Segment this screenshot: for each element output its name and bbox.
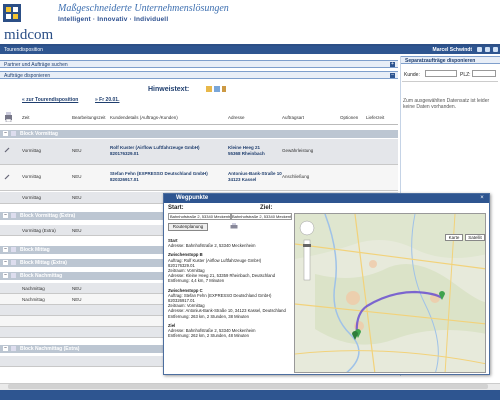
start-input[interactable]: Bahnhofstraße 2, 53340 Meckenheim	[168, 213, 232, 220]
collapse-icon[interactable]: –	[3, 247, 8, 252]
row-status: NEU	[72, 195, 82, 200]
row-status: NEU	[72, 174, 82, 179]
kunde-input[interactable]	[425, 70, 457, 77]
section-partner[interactable]: Partner und Aufträge suchen +	[0, 60, 398, 68]
group-label: Block Nachmittag	[20, 273, 63, 279]
row-customer[interactable]: Stefan Fehn (EXPRESSO Deutschland GmbH) 8…	[110, 171, 208, 182]
footer-bar	[0, 390, 500, 400]
row-time: Nachmittag	[22, 297, 45, 302]
group-label: Block Vormittag	[20, 131, 58, 137]
row-status: NEU	[72, 148, 82, 153]
group-label: Block Vormittag (Extra)	[20, 213, 76, 219]
subline: Intelligent · Innovativ · Individuell	[58, 16, 169, 23]
ziel-input[interactable]: Bahnhofstraße 2, 53340 Meckenheim	[230, 213, 292, 220]
expand-icon[interactable]: +	[390, 62, 395, 67]
right-panel-title: Separatzaufträge disponieren	[405, 58, 476, 64]
collapse-icon[interactable]: –	[3, 273, 8, 278]
ziel-label: Ziel:	[260, 205, 273, 211]
nav-bar: Tourendisposition Marcel Schwindt	[0, 46, 500, 54]
direction-step: Ziel Adresse: Bahnhofstraße 2, 53340 Mec…	[168, 322, 256, 339]
group-icon	[11, 131, 16, 136]
col-header[interactable]: Optionen	[340, 115, 358, 120]
row-status: NEU	[72, 297, 82, 302]
row-time: Vormittag	[22, 174, 42, 179]
table-row[interactable]: Vormittag NEU Rolf Kuster (Airflow Luftf…	[0, 139, 398, 165]
right-panel-note: Zum ausgewählten Datensatz ist leider ke…	[403, 98, 490, 110]
row-type: Anschließung	[282, 174, 310, 179]
col-header[interactable]: Lieferzeit	[366, 115, 384, 120]
table-row[interactable]: Vormittag NEU Stefan Fehn (EXPRESSO Deut…	[0, 165, 398, 191]
row-address: Kleine Heeg 21 55368 Rheinbach	[228, 145, 265, 156]
notes-icon[interactable]	[205, 85, 227, 93]
group-label: Block Nachmittag (Extra)	[20, 346, 80, 352]
group-icon	[11, 247, 16, 252]
row-status: NEU	[72, 286, 82, 291]
link-next-day[interactable]: » Fr 20.01.	[95, 97, 119, 103]
route-map[interactable]: Karte Satellit	[294, 213, 486, 373]
logout-icon[interactable]	[493, 47, 498, 52]
start-label: Start:	[168, 205, 184, 211]
scrollbar-thumb[interactable]	[8, 384, 488, 389]
row-address: Antonius-Bank-Straße 10 34123 Kassel	[228, 171, 282, 182]
col-header[interactable]: Kundendetails (Auftrags-/Kunden)	[110, 115, 178, 120]
group-icon	[11, 346, 16, 351]
group-label: Block Mittag (Extra)	[20, 260, 67, 266]
tagline: Maßgeschneiderte Unternehmenslösungen	[58, 3, 229, 14]
section-partner-label: Partner und Aufträge suchen	[4, 62, 68, 68]
plz-label: PLZ:	[460, 72, 471, 78]
divider	[402, 81, 498, 82]
row-time: Vormittag	[22, 195, 42, 200]
group-icon	[11, 273, 16, 278]
section-dispose-label: Aufträge disponieren	[4, 73, 51, 79]
collapse-icon[interactable]: –	[3, 131, 8, 136]
direction-step: Zwischenstopp C Auftrag: Stefan Fehn (EX…	[168, 287, 286, 319]
logo-mark-icon	[3, 4, 21, 22]
waypoints-dialog: Wegpunkte × Start: Ziel: Bahnhofstraße 2…	[163, 193, 490, 375]
right-panel-header: Separatzaufträge disponieren	[401, 56, 500, 64]
print-icon[interactable]	[230, 223, 238, 230]
plz-input[interactable]	[472, 70, 496, 77]
row-time: Vormittag (Extra)	[22, 228, 56, 233]
dialog-title[interactable]: Wegpunkte	[164, 194, 489, 203]
map-type-satellit[interactable]: Satellit	[465, 234, 485, 241]
collapse-icon[interactable]: –	[3, 346, 8, 351]
section-dispose[interactable]: Aufträge disponieren –	[0, 71, 398, 79]
print-icon[interactable]	[4, 112, 13, 122]
help-icon[interactable]	[477, 47, 482, 52]
group-label: Block Mittag	[20, 247, 50, 253]
directions-list: Start Adresse: Bahnhofstraße 2, 53340 Me…	[168, 238, 288, 342]
group-header[interactable]: – Block Vormittag	[0, 130, 398, 138]
direction-step: Start Adresse: Bahnhofstraße 2, 53340 Me…	[168, 238, 256, 249]
settings-icon[interactable]	[485, 47, 490, 52]
row-status: NEU	[72, 228, 82, 233]
collapse-icon[interactable]: –	[3, 260, 8, 265]
app-header: Maßgeschneiderte Unternehmenslösungen In…	[0, 0, 500, 46]
collapse-icon[interactable]: –	[3, 213, 8, 218]
col-header[interactable]: Zeit	[22, 115, 30, 120]
table-header	[0, 109, 398, 125]
logo-text[interactable]: midcom	[4, 27, 53, 44]
group-icon	[11, 260, 16, 265]
row-type: Gewährleistung	[282, 148, 314, 153]
nav-section-label[interactable]: Tourendisposition	[4, 47, 43, 53]
map-type-karte[interactable]: Karte	[445, 234, 463, 241]
col-header[interactable]: Adresse	[228, 115, 245, 120]
collapse-icon[interactable]: –	[390, 73, 395, 78]
edit-icon[interactable]	[4, 174, 10, 180]
direction-step: Zwischenstopp B Auftrag: Rolf Kuster (Ai…	[168, 252, 276, 284]
row-time: Vormittag	[22, 148, 42, 153]
route-button[interactable]: Routenplanung	[168, 223, 208, 231]
link-tour[interactable]: « zur Tourendisposition	[22, 97, 78, 103]
col-header[interactable]: Auftragsart	[282, 115, 304, 120]
close-icon[interactable]: ×	[478, 195, 486, 202]
user-name: Marcel Schwindt	[432, 47, 472, 53]
kunde-label: Kunde:	[404, 72, 420, 78]
row-customer[interactable]: Rolf Kuster (Airflow Luftfahrzeuge GmbH)…	[110, 145, 200, 156]
hint-label: Hinweistext:	[148, 86, 190, 93]
col-header[interactable]: Bearbeitungszeit	[72, 115, 106, 120]
edit-icon[interactable]	[4, 147, 10, 153]
group-icon	[11, 213, 16, 218]
row-time: Nachmittag	[22, 286, 45, 291]
